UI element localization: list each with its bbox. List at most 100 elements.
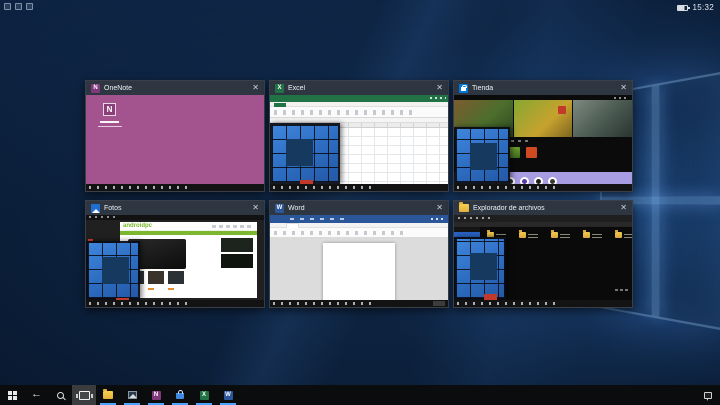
excel-ribbon — [270, 107, 448, 118]
close-icon[interactable]: ✕ — [252, 84, 259, 92]
word-icon: W — [275, 203, 284, 213]
onenote-icon: N — [151, 390, 161, 400]
close-icon[interactable]: ✕ — [436, 204, 443, 212]
start-menu-overlay — [270, 123, 340, 191]
start-button[interactable] — [0, 385, 24, 405]
folder-item — [551, 230, 570, 238]
word-window-preview[interactable] — [270, 215, 448, 307]
task-view-icon — [75, 390, 93, 400]
store-app-tile-3 — [526, 147, 537, 158]
back-button[interactable] — [24, 385, 48, 405]
window-thumbnail-onenote[interactable]: N OneNote ✕ N — [85, 80, 265, 192]
taskbar-excel[interactable]: X — [192, 385, 216, 405]
window-thumbnail-word[interactable]: W Word ✕ — [269, 200, 449, 308]
thumbnail-titlebar: Fotos ✕ — [86, 201, 264, 215]
photos-window-preview[interactable]: androidpc — [86, 215, 264, 307]
store-app-tile-2 — [509, 147, 520, 158]
status-icon-3[interactable] — [26, 3, 33, 10]
word-tray-box — [433, 301, 445, 306]
windows-logo-icon — [7, 390, 17, 400]
store-icon — [459, 83, 468, 93]
word-icon: W — [223, 390, 233, 400]
taskbar-store[interactable] — [168, 385, 192, 405]
task-view-button[interactable] — [72, 385, 96, 405]
window-thumbnail-photos[interactable]: Fotos ✕ androidpc — [85, 200, 265, 308]
action-center-icon — [704, 391, 712, 401]
desktop-task-view: 15:32 N OneNote ✕ N X Excel ✕ Tienda ✕ F… — [0, 0, 720, 405]
start-tiles — [456, 129, 508, 191]
battery-icon — [677, 4, 691, 11]
mini-taskbar — [86, 300, 264, 307]
back-arrow-icon — [31, 390, 42, 399]
word-titlebar — [270, 215, 448, 223]
store-banner-3 — [573, 100, 632, 137]
window-thumbnail-excel[interactable]: X Excel ✕ — [269, 80, 449, 192]
taskbar-file-explorer[interactable] — [96, 385, 120, 405]
status-icon-2[interactable] — [15, 3, 22, 10]
start-tiles — [272, 125, 338, 191]
folder-icon — [103, 389, 113, 399]
status-icon-1[interactable] — [4, 3, 11, 10]
start-tiles — [88, 243, 138, 307]
webpage-navbar — [120, 231, 257, 235]
store-bag-icon — [176, 390, 184, 399]
webpage-side-image-1 — [221, 238, 253, 252]
photos-icon — [91, 203, 100, 213]
clock: 15:32 — [692, 3, 714, 12]
photos-icon — [127, 391, 137, 399]
onenote-splash-subtext — [98, 126, 122, 127]
thumbnail-titlebar: X Excel ✕ — [270, 81, 448, 95]
photos-toolbar — [86, 215, 264, 220]
webpage-header: androidpc — [120, 222, 257, 231]
store-window-preview[interactable] — [454, 95, 632, 191]
folder-row-2 — [487, 241, 630, 249]
onenote-icon: N — [91, 83, 100, 93]
excel-icon: X — [275, 83, 284, 93]
file-explorer-window-preview[interactable] — [454, 215, 632, 307]
folder-item — [519, 230, 538, 238]
window-title: Word — [288, 204, 305, 212]
start-tiles — [456, 239, 504, 307]
excel-window-preview[interactable] — [270, 95, 448, 191]
start-menu-overlay — [454, 127, 510, 191]
mini-taskbar — [270, 184, 448, 191]
taskbar-photos[interactable] — [120, 385, 144, 405]
close-icon[interactable]: ✕ — [436, 84, 443, 92]
mini-taskbar — [270, 300, 448, 307]
word-ribbon — [270, 228, 448, 238]
taskbar-onenote[interactable]: N — [144, 385, 168, 405]
mini-taskbar — [454, 184, 632, 191]
thumbnail-titlebar: N OneNote ✕ — [86, 81, 264, 95]
action-center-button[interactable] — [696, 385, 720, 405]
excel-icon: X — [199, 390, 209, 400]
start-menu-overlay — [454, 237, 506, 307]
store-banner-2 — [513, 100, 573, 137]
window-thumbnail-file-explorer[interactable]: Explorador de archivos ✕ — [453, 200, 633, 308]
onenote-splash-text — [100, 121, 119, 123]
explorer-titlebar — [454, 215, 632, 222]
excel-titlebar — [270, 95, 448, 102]
folder-item — [583, 230, 602, 238]
top-status-right: 15:32 — [677, 3, 714, 12]
thumbnail-titlebar: Explorador de archivos ✕ — [454, 201, 632, 215]
webpage-side-image-2 — [221, 254, 253, 268]
search-button[interactable] — [48, 385, 72, 405]
window-thumbnail-store[interactable]: Tienda ✕ — [453, 80, 633, 192]
taskbar-spacer — [240, 385, 696, 405]
search-icon — [56, 391, 64, 399]
word-workspace — [270, 238, 448, 307]
mini-taskbar — [454, 300, 632, 307]
thumbnail-titlebar: Tienda ✕ — [454, 81, 632, 95]
close-icon[interactable]: ✕ — [620, 204, 627, 212]
webpage-brand: androidpc — [123, 223, 153, 229]
thumbnail-titlebar: W Word ✕ — [270, 201, 448, 215]
window-title: Tienda — [472, 84, 494, 92]
close-icon[interactable]: ✕ — [252, 204, 259, 212]
taskbar: N X W — [0, 385, 720, 405]
onenote-window-preview[interactable]: N — [86, 95, 264, 191]
file-explorer-icon — [459, 202, 469, 212]
close-icon[interactable]: ✕ — [620, 84, 627, 92]
window-title: Excel — [288, 84, 306, 92]
taskbar-word[interactable]: W — [216, 385, 240, 405]
top-status-icons — [4, 3, 33, 10]
